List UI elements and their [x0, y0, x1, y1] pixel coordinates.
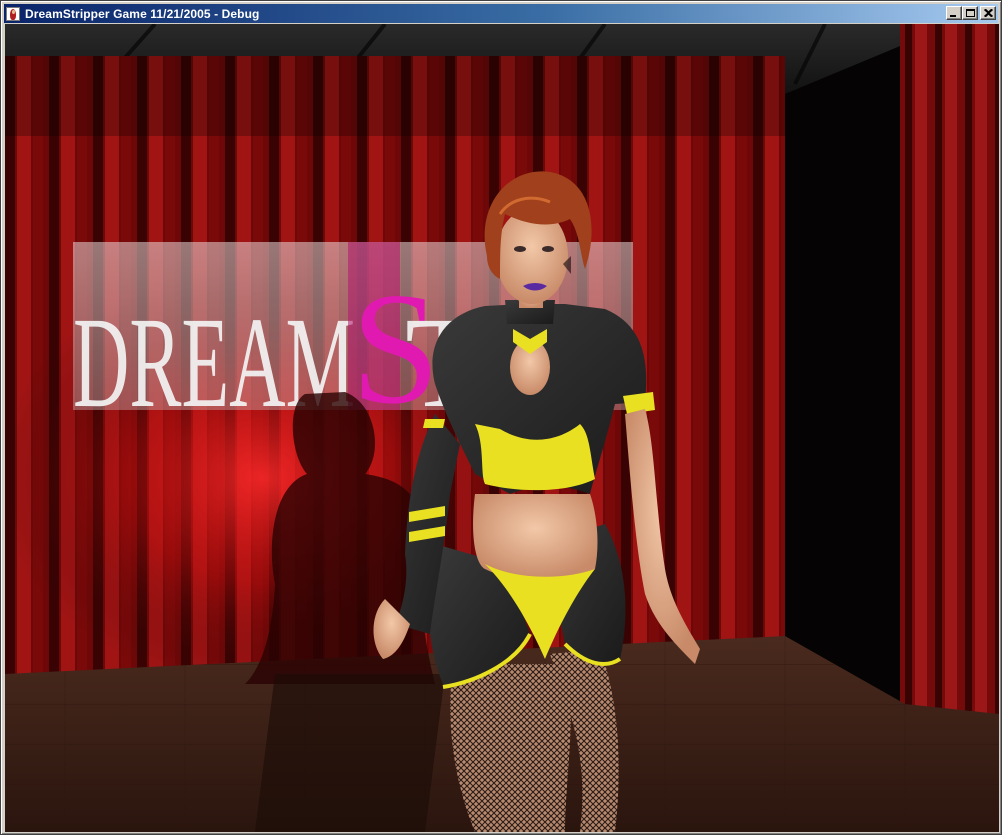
maximize-icon [966, 9, 975, 17]
minimize-button[interactable] [946, 6, 962, 20]
maximize-button[interactable] [962, 6, 978, 20]
game-window: DreamStripper Game 11/21/2005 - Debug DR… [0, 0, 1002, 835]
title-bar[interactable]: DreamStripper Game 11/21/2005 - Debug [4, 4, 998, 23]
game-viewport[interactable]: DREAM S TR [5, 24, 999, 832]
window-title: DreamStripper Game 11/21/2005 - Debug [25, 6, 260, 21]
close-icon [984, 9, 993, 17]
stage-corner [785, 44, 905, 724]
close-button[interactable] [980, 6, 996, 20]
stage-scene: DREAM S TR [5, 24, 999, 832]
window-controls [946, 6, 996, 20]
minimize-icon [950, 15, 956, 17]
app-portrait-icon[interactable] [6, 6, 20, 21]
